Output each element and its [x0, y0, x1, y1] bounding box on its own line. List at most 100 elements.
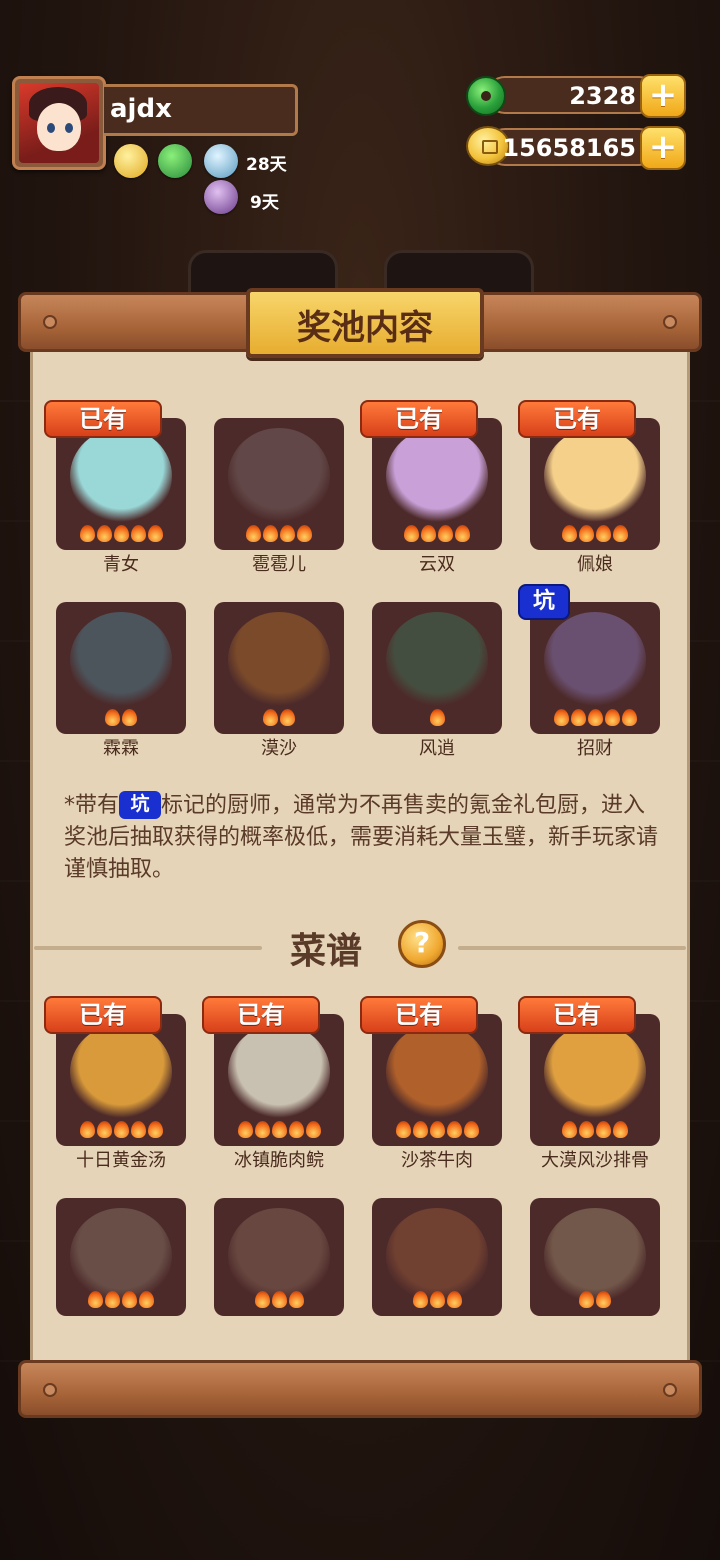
- recipe-card[interactable]: [372, 1198, 502, 1316]
- flame-icon: [288, 1291, 304, 1308]
- chef-card[interactable]: [372, 602, 502, 734]
- owned-badge: 已有: [360, 400, 478, 438]
- scroll-bottom-rod: [18, 1360, 702, 1418]
- coin-amount: 15658165: [502, 134, 636, 162]
- flame-icon: [254, 1121, 270, 1138]
- chef-portrait: [70, 428, 172, 524]
- recipe-name: 大漠风沙排骨: [541, 1150, 649, 1171]
- flame-icon: [280, 709, 295, 726]
- flame-icon: [288, 1121, 304, 1138]
- chef-card[interactable]: [214, 602, 344, 734]
- chef-name: 招财: [577, 738, 613, 759]
- flame-icon: [429, 1121, 445, 1138]
- chef-card[interactable]: [214, 418, 344, 550]
- owned-badge: 已有: [44, 400, 162, 438]
- chef-name: 风逍: [419, 738, 455, 759]
- recipe-card[interactable]: [56, 1198, 186, 1316]
- flame-icon: [395, 1121, 411, 1138]
- add-coin-button[interactable]: +: [640, 126, 686, 170]
- chef-portrait: [544, 612, 646, 708]
- chef-portrait: [544, 428, 646, 524]
- flame-icon: [139, 1291, 154, 1308]
- note-prefix: *带有: [64, 793, 120, 818]
- chef-rarity: [372, 525, 502, 546]
- flame-icon: [271, 1291, 287, 1308]
- player-avatar[interactable]: [12, 76, 106, 170]
- chef-name: 雹雹儿: [252, 554, 306, 575]
- flame-icon: [438, 525, 453, 542]
- pit-note: *带有坑标记的厨师，通常为不再售卖的氪金礼包厨，进入奖池后抽取获得的概率极低，需…: [64, 790, 664, 886]
- chef-name: 霖霖: [103, 738, 139, 759]
- recipes-title: 菜谱: [290, 931, 363, 972]
- flame-icon: [79, 525, 95, 542]
- chef-rarity: [214, 709, 344, 730]
- flame-icon: [305, 1121, 321, 1138]
- jade-amount: 2328: [569, 82, 636, 110]
- chef-name: 漠沙: [261, 738, 297, 759]
- recipe-card[interactable]: [214, 1198, 344, 1316]
- flame-icon: [562, 1121, 577, 1138]
- bowl-buff-icon[interactable]: [204, 144, 238, 178]
- flame-icon: [263, 525, 278, 542]
- screw: [43, 315, 57, 329]
- chef-portrait: [386, 612, 488, 708]
- recipe-portrait: [228, 1208, 330, 1304]
- flame-icon: [96, 1121, 112, 1138]
- flame-icon: [271, 1121, 287, 1138]
- recipe-rarity: [372, 1291, 502, 1312]
- jade-buff-icon[interactable]: [158, 144, 192, 178]
- chef-rarity: [56, 709, 186, 730]
- avatar-eye-right: [65, 123, 73, 133]
- flame-icon: [579, 1291, 594, 1308]
- recipe-portrait: [228, 1024, 330, 1120]
- recipe-rarity: [214, 1121, 344, 1142]
- chef-card[interactable]: [56, 602, 186, 734]
- buff-days-1: 28天: [246, 155, 287, 175]
- recipe-portrait: [544, 1024, 646, 1120]
- chef-portrait: [70, 612, 172, 708]
- flame-icon: [88, 1291, 103, 1308]
- flame-icon: [429, 1291, 445, 1308]
- flame-icon: [130, 525, 146, 542]
- buff-days-2: 9天: [250, 193, 279, 213]
- flame-icon: [621, 709, 637, 726]
- flame-icon: [570, 709, 586, 726]
- divider-left: [34, 946, 262, 950]
- flame-icon: [113, 525, 129, 542]
- chef-buff-icon[interactable]: [204, 180, 238, 214]
- recipe-card[interactable]: [530, 1198, 660, 1316]
- flame-icon: [412, 1121, 428, 1138]
- flame-icon: [596, 525, 611, 542]
- add-jade-button[interactable]: +: [640, 74, 686, 118]
- chef-name: 云双: [419, 554, 455, 575]
- flame-icon: [147, 1121, 163, 1138]
- chef-rarity: [530, 709, 660, 730]
- recipe-rarity: [56, 1121, 186, 1142]
- owned-badge: 已有: [360, 996, 478, 1034]
- chef-name: 佩娘: [577, 554, 613, 575]
- flame-icon: [105, 1291, 120, 1308]
- flame-icon: [596, 1291, 611, 1308]
- chef-rarity: [56, 525, 186, 546]
- flame-icon: [446, 1291, 462, 1308]
- help-icon[interactable]: ?: [398, 920, 446, 968]
- flame-icon: [79, 1121, 95, 1138]
- flame-icon: [404, 525, 419, 542]
- pit-badge: 坑: [518, 584, 570, 620]
- coin-buff-icon[interactable]: [114, 144, 148, 178]
- recipe-portrait: [386, 1024, 488, 1120]
- flame-icon: [562, 525, 577, 542]
- screw: [43, 1383, 57, 1397]
- flame-icon: [613, 1121, 628, 1138]
- recipe-rarity: [530, 1121, 660, 1142]
- flame-icon: [254, 1291, 270, 1308]
- chef-card[interactable]: [530, 602, 660, 734]
- recipe-name: 冰镇脆肉鲩: [234, 1150, 324, 1171]
- flame-icon: [263, 709, 278, 726]
- chef-rarity: [530, 525, 660, 546]
- flame-icon: [297, 525, 312, 542]
- flame-icon: [446, 1121, 462, 1138]
- owned-badge: 已有: [518, 400, 636, 438]
- flame-icon: [246, 525, 261, 542]
- chef-portrait: [228, 428, 330, 524]
